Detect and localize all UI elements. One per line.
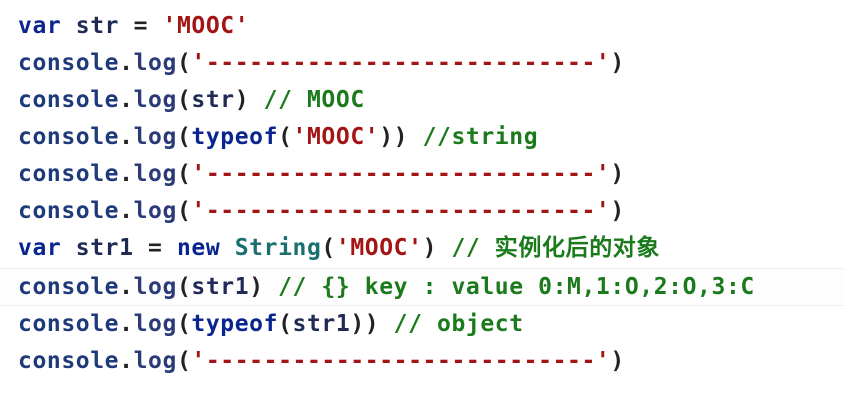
code-token: = bbox=[148, 235, 163, 261]
code-token: 'MOOC' bbox=[162, 13, 250, 39]
code-token: log bbox=[133, 161, 177, 187]
code-token: 'MOOC' bbox=[292, 124, 380, 150]
code-token: log bbox=[133, 50, 177, 76]
code-line-2[interactable]: console.log('---------------------------… bbox=[18, 45, 625, 82]
code-token: console bbox=[18, 87, 120, 113]
code-line-1[interactable]: var str = 'MOOC' bbox=[18, 8, 249, 45]
code-token: console bbox=[18, 161, 120, 187]
code-token: = bbox=[133, 13, 149, 39]
code-token: console bbox=[18, 311, 120, 337]
code-token: var bbox=[18, 235, 62, 261]
code-token: . bbox=[119, 348, 134, 374]
code-token: ) bbox=[249, 274, 279, 300]
code-token: ) bbox=[610, 198, 625, 224]
code-token: ) bbox=[610, 161, 625, 187]
code-line-8[interactable]: console.log(str1) // {} key : value 0:M,… bbox=[18, 269, 755, 306]
code-token: ) bbox=[422, 235, 452, 261]
code-token: log bbox=[133, 124, 177, 150]
code-token: ( bbox=[176, 198, 192, 224]
code-token: log bbox=[133, 87, 177, 113]
code-token: log bbox=[133, 311, 177, 337]
code-token: // {} key : value 0:M,1:O,2:O,3:C bbox=[278, 274, 755, 300]
code-token: var bbox=[18, 13, 62, 39]
code-token: ( bbox=[321, 235, 336, 261]
code-token: ( bbox=[176, 124, 192, 150]
code-token: ( bbox=[278, 124, 293, 150]
code-token: console bbox=[18, 274, 120, 300]
code-token: str bbox=[61, 13, 134, 39]
code-token: . bbox=[119, 311, 134, 337]
code-token: console bbox=[18, 348, 120, 374]
code-token: // object bbox=[393, 311, 524, 337]
code-line-5[interactable]: console.log('---------------------------… bbox=[18, 156, 625, 193]
code-line-7[interactable]: var str1 = new String('MOOC') // 实例化后的对象 bbox=[18, 230, 660, 267]
code-token: str1 bbox=[191, 274, 250, 300]
code-line-3[interactable]: console.log(str) // MOOC bbox=[18, 82, 365, 119]
code-token: console bbox=[18, 198, 120, 224]
code-line-10[interactable]: console.log('---------------------------… bbox=[18, 343, 625, 380]
code-token: . bbox=[119, 161, 134, 187]
code-token: // 实例化后的对象 bbox=[451, 235, 661, 261]
code-token: . bbox=[119, 124, 134, 150]
code-token: ( bbox=[278, 311, 293, 337]
code-token: str1 bbox=[61, 235, 149, 261]
code-token: log bbox=[133, 348, 177, 374]
code-token: ( bbox=[176, 274, 192, 300]
code-token: . bbox=[119, 50, 134, 76]
code-token: String bbox=[234, 235, 322, 261]
code-token: '---------------------------' bbox=[191, 348, 611, 374]
code-token: ( bbox=[176, 87, 192, 113]
code-token: ( bbox=[176, 348, 192, 374]
code-token: . bbox=[119, 198, 134, 224]
code-token: )) bbox=[350, 311, 394, 337]
code-token: '---------------------------' bbox=[191, 50, 611, 76]
code-token: ) bbox=[234, 87, 264, 113]
code-token: typeof bbox=[191, 124, 279, 150]
code-token: new bbox=[176, 235, 221, 261]
code-token: console bbox=[18, 124, 120, 150]
code-token: ) bbox=[610, 50, 625, 76]
code-token: log bbox=[133, 198, 177, 224]
code-token: . bbox=[119, 274, 134, 300]
code-token: ( bbox=[176, 161, 192, 187]
code-token: typeof bbox=[191, 311, 279, 337]
code-token: . bbox=[119, 87, 134, 113]
code-line-6[interactable]: console.log('---------------------------… bbox=[18, 193, 625, 230]
code-token: '---------------------------' bbox=[191, 198, 611, 224]
code-token: ( bbox=[176, 50, 192, 76]
code-line-4[interactable]: console.log(typeof('MOOC')) //string bbox=[18, 119, 538, 156]
code-token: //string bbox=[422, 124, 539, 150]
code-token: '---------------------------' bbox=[191, 161, 611, 187]
code-editor[interactable]: var str = 'MOOC' console.log('----------… bbox=[0, 0, 844, 406]
code-token: console bbox=[18, 50, 120, 76]
code-token: str1 bbox=[292, 311, 351, 337]
code-token: // MOOC bbox=[263, 87, 365, 113]
code-token: )) bbox=[379, 124, 423, 150]
code-token: ( bbox=[176, 311, 192, 337]
code-line-9[interactable]: console.log(typeof(str1)) // object bbox=[18, 306, 524, 343]
code-token: str bbox=[191, 87, 235, 113]
code-token: 'MOOC' bbox=[335, 235, 423, 261]
code-token: log bbox=[133, 274, 177, 300]
code-token: ) bbox=[610, 348, 625, 374]
